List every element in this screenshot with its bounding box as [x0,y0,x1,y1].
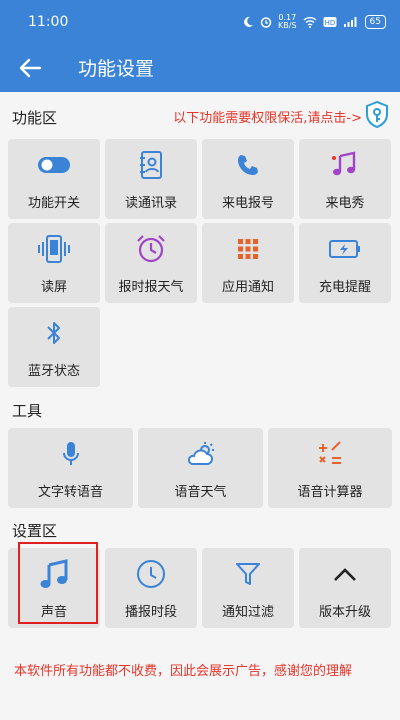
page-title: 功能设置 [78,58,155,80]
svg-text:HD: HD [324,19,335,27]
vibrate-phone-icon [8,231,100,267]
tile-charge-reminder[interactable]: 充电提醒 [299,223,391,303]
tile-voice-calculator[interactable]: 语音计算器 [268,428,392,508]
section-label-functions: 功能区 [12,109,58,127]
hd-icon: HD [323,17,337,27]
tile-label: 充电提醒 [318,280,371,295]
tile-version-upgrade[interactable]: 版本升级 [299,548,391,628]
status-icons: 0.17 KB/S HD 65 [242,12,386,32]
highlight-box [18,542,98,624]
back-arrow-icon[interactable] [16,54,44,82]
section-label-tools: 工具 [12,402,43,420]
chevron-up-icon [299,556,391,592]
tile-label: 来电秀 [325,196,365,211]
net-speed: 0.17 KB/S [278,13,297,30]
tile-caller-show[interactable]: 来电秀 [299,139,391,219]
tile-app-notification[interactable]: 应用通知 [202,223,294,303]
shield-icon[interactable] [364,100,390,130]
section-label-settings: 设置区 [12,522,58,540]
grid-icon [202,231,294,267]
tile-text-to-speech[interactable]: 文字转语音 [8,428,133,508]
toggle-icon [8,147,100,183]
phone-icon [202,147,294,183]
app-bar: 功能设置 [0,44,400,92]
tile-caller-id[interactable]: 来电报号 [202,139,294,219]
tile-label: 文字转语音 [37,485,103,500]
tile-label: 语音计算器 [297,485,363,500]
music-icon [299,147,391,183]
wifi-icon [303,17,317,28]
permission-notice[interactable]: 以下功能需要权限保活,请点击-> [173,107,362,126]
microphone-icon [8,436,133,472]
filter-icon [202,556,294,592]
clock-icon [105,556,197,592]
status-bar: 11:00 0.17 KB/S HD 65 [0,0,400,44]
tile-function-switch[interactable]: 功能开关 [8,139,100,219]
alarm-icon [260,17,272,28]
moon-icon [244,16,254,27]
tile-label: 蓝牙状态 [27,364,80,379]
footer-notice: 本软件所有功能都不收费，因此会展示广告，感谢您的理解 [14,664,353,679]
battery-charging-icon [299,231,391,267]
tile-label: 报时报天气 [118,280,184,295]
tile-label: 版本升级 [318,605,371,620]
tile-label: 功能开关 [27,196,80,211]
calculator-icon [268,436,392,472]
tile-screen-reader[interactable]: 读屏 [8,223,100,303]
tile-time-weather[interactable]: 报时报天气 [105,223,197,303]
tile-voice-weather[interactable]: 语音天气 [138,428,263,508]
tile-bluetooth-status[interactable]: 蓝牙状态 [8,307,100,387]
contacts-icon [105,147,197,183]
tile-label: 通知过滤 [221,605,274,620]
bluetooth-icon [8,315,100,351]
tile-label: 读通讯录 [124,196,177,211]
tile-label: 播报时段 [124,605,177,620]
tile-read-contacts[interactable]: 读通讯录 [105,139,197,219]
alarm-clock-icon [105,231,197,267]
signal-icon [343,17,357,27]
status-time: 11:00 [28,14,69,30]
weather-icon [138,436,263,472]
tile-label: 应用通知 [221,280,274,295]
tile-label: 读屏 [40,280,67,295]
battery-indicator: 65 [364,15,386,29]
tile-label: 语音天气 [174,485,227,500]
tile-label: 来电报号 [221,196,274,211]
tile-broadcast-period[interactable]: 播报时段 [105,548,197,628]
tile-notification-filter[interactable]: 通知过滤 [202,548,294,628]
